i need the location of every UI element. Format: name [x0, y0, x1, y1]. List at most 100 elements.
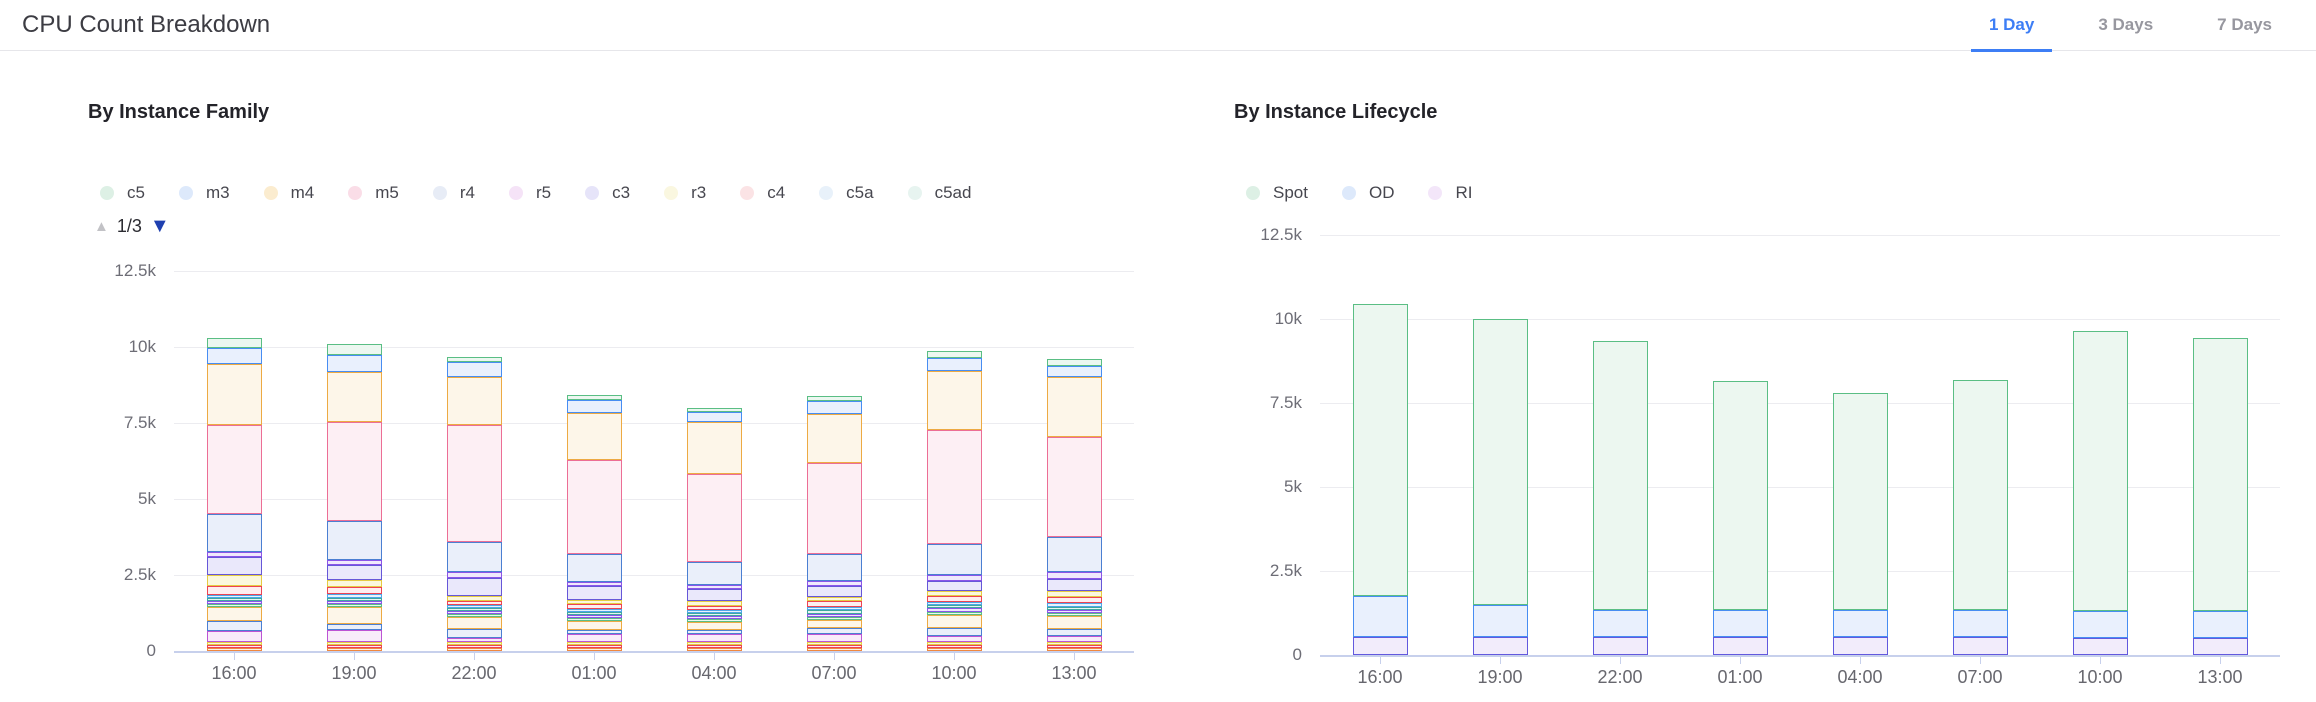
- bar-segment-m4: [567, 413, 622, 460]
- bar-segment-m3: [447, 362, 502, 377]
- bar-slot-10:00: [2040, 235, 2160, 655]
- legend-item-m5[interactable]: m5: [348, 183, 399, 203]
- bar-segment-m5: [687, 474, 742, 562]
- bar-segment-OD: [1353, 596, 1408, 636]
- legend-swatch-icon: [348, 186, 362, 200]
- bar-segment-OD: [1713, 610, 1768, 637]
- bar-slot-13:00: [1014, 271, 1134, 651]
- x-axis-tick: [1980, 655, 1981, 664]
- bar-segment-c3: [1047, 579, 1102, 591]
- legend-label: r3: [691, 183, 706, 203]
- bar-segment-m5: [327, 422, 382, 520]
- bar-segment-RI: [1593, 637, 1648, 655]
- legend-page-up-icon[interactable]: ▲: [94, 218, 109, 235]
- bar-segment-m3: [927, 358, 982, 370]
- bar-segment-r4: [807, 554, 862, 581]
- y-axis-tick-label: 0: [1230, 645, 1302, 665]
- bars-area: [1320, 235, 2280, 655]
- legend-item-Spot[interactable]: Spot: [1246, 183, 1308, 203]
- bar-segment-c5: [327, 344, 382, 356]
- bar-segment-OD: [1593, 610, 1648, 637]
- legend-swatch-icon: [1246, 186, 1260, 200]
- legend-swatch-icon: [264, 186, 278, 200]
- bar-segment-Spot: [2073, 331, 2128, 612]
- legend-label: c3: [612, 183, 630, 203]
- tab-3-days[interactable]: 3 Days: [2066, 0, 2185, 50]
- instance-family-plot: 12.5k10k7.5k5k2.5k0: [174, 271, 1134, 651]
- legend-label: c4: [767, 183, 785, 203]
- legend-swatch-icon: [664, 186, 678, 200]
- legend-page-down-icon[interactable]: ▼: [150, 215, 170, 238]
- x-axis-tick: [2220, 655, 2221, 664]
- bar-slot-10:00: [894, 271, 1014, 651]
- y-axis-tick-label: 7.5k: [1230, 393, 1302, 413]
- bar-segment-OD: [2073, 611, 2128, 638]
- tab-1-day[interactable]: 1 Day: [1957, 0, 2066, 50]
- legend-item-m3[interactable]: m3: [179, 183, 230, 203]
- legend-swatch-icon: [509, 186, 523, 200]
- bar-segment-amber: [687, 622, 742, 630]
- bar-segment-magenta: [207, 631, 262, 642]
- chart-title-instance-lifecycle: By Instance Lifecycle: [1234, 101, 2292, 124]
- legend-item-m4[interactable]: m4: [264, 183, 315, 203]
- page-title: CPU Count Breakdown: [22, 11, 270, 39]
- bar-segment-Spot: [1953, 380, 2008, 610]
- bar-segment-m3: [567, 400, 622, 413]
- bar-segment-m4: [807, 414, 862, 463]
- bar-segment-m4: [327, 372, 382, 422]
- bar-segment-c3: [327, 565, 382, 580]
- x-axis-line: 0: [174, 651, 1134, 653]
- x-axis-tick: [2100, 655, 2101, 664]
- bar-slot-16:00: [174, 271, 294, 651]
- bar-slot-04:00: [1800, 235, 1920, 655]
- bar-segment-magenta: [567, 634, 622, 642]
- bar-segment-OD: [1833, 610, 1888, 637]
- x-axis-tick: [1620, 655, 1621, 664]
- y-axis-tick-label: 12.5k: [84, 261, 156, 281]
- instance-family-panel: By Instance Family c5m3m4m5r4r5c3r3c4c5a…: [24, 101, 1146, 688]
- bar-segment-RI: [1953, 637, 2008, 655]
- legend-swatch-icon: [433, 186, 447, 200]
- x-axis-tick: [1380, 655, 1381, 664]
- stacked-bar-10:00: [2073, 331, 2128, 655]
- stacked-bar-07:00: [807, 396, 862, 651]
- x-axis-tick: [1074, 651, 1075, 660]
- tab-7-days[interactable]: 7 Days: [2185, 0, 2304, 50]
- legend-item-c5ad[interactable]: c5ad: [908, 183, 972, 203]
- bars-area: [174, 271, 1134, 651]
- legend-item-r3[interactable]: r3: [664, 183, 706, 203]
- x-axis-label: 07:00: [1920, 667, 2040, 688]
- bar-segment-Spot: [1713, 381, 1768, 609]
- bar-segment-r4: [327, 521, 382, 561]
- bar-segment-m5: [207, 425, 262, 514]
- legend-item-c5a[interactable]: c5a: [819, 183, 873, 203]
- legend-item-RI[interactable]: RI: [1428, 183, 1472, 203]
- bar-segment-Spot: [1833, 393, 1888, 610]
- x-axis-tick: [834, 651, 835, 660]
- legend-item-r4[interactable]: r4: [433, 183, 475, 203]
- bar-segment-r4: [687, 562, 742, 585]
- bar-segment-r4: [927, 544, 982, 574]
- bar-segment-c5: [1047, 359, 1102, 366]
- legend-item-c5[interactable]: c5: [100, 183, 145, 203]
- bar-slot-01:00: [534, 271, 654, 651]
- bar-segment-amber: [447, 617, 502, 629]
- legend-item-c3[interactable]: c3: [585, 183, 630, 203]
- legend-item-OD[interactable]: OD: [1342, 183, 1395, 203]
- bar-segment-m5: [927, 430, 982, 544]
- bar-segment-c4: [207, 586, 262, 595]
- stacked-bar-13:00: [1047, 359, 1102, 651]
- x-axis-tick: [1740, 655, 1741, 664]
- legend-item-c4[interactable]: c4: [740, 183, 785, 203]
- x-axis-tick: [594, 651, 595, 660]
- legend-swatch-icon: [1428, 186, 1442, 200]
- x-axis-line: 0: [1320, 655, 2280, 657]
- legend-item-r5[interactable]: r5: [509, 183, 551, 203]
- bar-segment-c5: [207, 338, 262, 349]
- instance-lifecycle-legend: Spot OD RI: [1246, 180, 2292, 206]
- y-axis-tick-label: 10k: [84, 337, 156, 357]
- bar-segment-m4: [207, 364, 262, 425]
- x-axis-label: 19:00: [1440, 667, 1560, 688]
- bar-segment-c3: [927, 581, 982, 591]
- bar-segment-c3: [807, 586, 862, 597]
